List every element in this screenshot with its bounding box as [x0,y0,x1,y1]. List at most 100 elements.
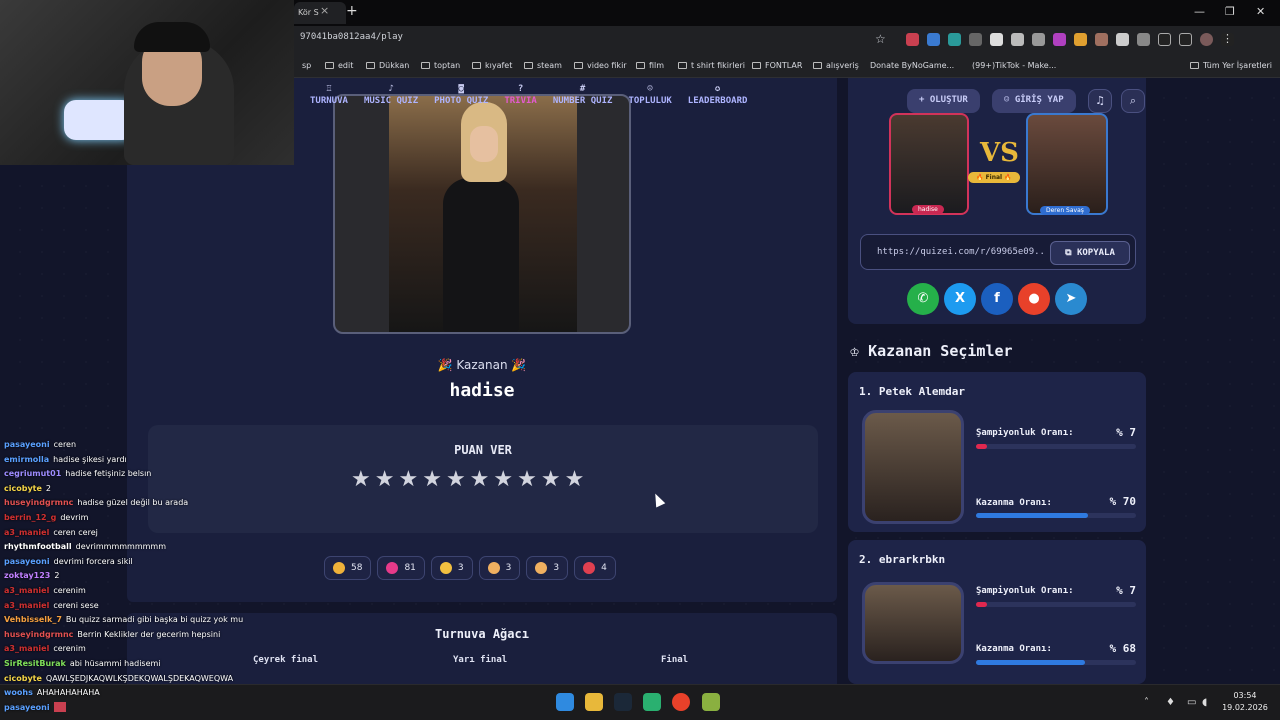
new-tab-icon[interactable]: + [346,3,358,19]
nav-leaderboard[interactable]: ✪ LEADERBOARD [688,84,748,106]
network-icon[interactable]: ▭ [1187,697,1196,708]
winner-name: hadise [449,380,515,401]
reaction-button[interactable]: 4 [574,556,616,580]
round-final: Final [661,655,689,665]
nav-photo-quiz[interactable]: ◙ PHOTO QUIZ [434,84,488,106]
bookmark-folder[interactable]: toptan [421,61,460,70]
selection-name: 2. ebrarkrbkn [859,553,946,566]
selection-card[interactable]: 1. Petek Alemdar Şampiyonluk Oranı: % 7 … [848,372,1146,532]
champion-rate-bar [976,444,1136,449]
menu-icon[interactable]: ⋮ [1221,33,1234,46]
telegram-icon[interactable]: ➤ [1055,283,1087,315]
medal-icon: ✪ [714,84,721,94]
users-icon: ☺ [647,84,653,94]
reaction-button[interactable]: 3 [478,556,521,580]
tray-chevron-icon[interactable]: ˄ [1144,697,1149,708]
url-field[interactable]: 97041ba0812aa4/play [300,32,403,42]
bell-icon[interactable]: ♫ [1088,89,1112,113]
bookmark-folder[interactable]: kıyafet [472,61,512,70]
app-icon[interactable] [643,693,661,711]
reaction-button[interactable]: 81 [377,556,425,580]
extension-icon[interactable] [1053,33,1066,46]
bookmark-folder[interactable]: film [636,61,664,70]
finalist-a-label: hadise [912,205,944,214]
whatsapp-icon[interactable]: ✆ [907,283,939,315]
facebook-icon[interactable]: f [981,283,1013,315]
close-window-icon[interactable]: ✕ [1256,5,1265,18]
star-icon[interactable]: ★ [398,469,418,491]
bar-fill [976,602,988,607]
login-button[interactable]: ☺ GİRİŞ YAP [992,89,1076,113]
extension-icon[interactable] [1074,33,1087,46]
star-icon[interactable]: ★ [517,469,537,491]
close-tab-icon[interactable]: × [320,4,329,17]
x-icon[interactable]: X [944,283,976,315]
selection-card[interactable]: 2. ebrarkrbkn Şampiyonluk Oranı: % 7 Kaz… [848,540,1146,684]
nav-topluluk[interactable]: ☺ TOPLULUK [628,84,671,106]
extensions-puzzle-icon[interactable] [1137,33,1150,46]
extension-icon[interactable] [969,33,982,46]
extension-icon[interactable] [1011,33,1024,46]
download-icon[interactable] [1158,33,1171,46]
extension-icon[interactable] [927,33,940,46]
bookmark-item[interactable]: Donate ByNoGame... [870,61,954,70]
extension-icon[interactable] [1095,33,1108,46]
bookmark-folder[interactable]: video fikir [574,61,627,70]
extension-icon[interactable] [948,33,961,46]
extension-icon[interactable] [990,33,1003,46]
start-icon[interactable] [556,693,574,711]
star-icon[interactable]: ★ [470,469,490,491]
bookmark-folder[interactable]: t shirt fikirleri [678,61,745,70]
chat-message: emirmolla hadise şikesi yardı [4,454,127,464]
finalist-b-image [1026,113,1108,215]
profile-avatar[interactable] [1200,33,1213,46]
reddit-icon[interactable]: ● [1018,283,1050,315]
bookmark-folder[interactable]: edit [325,61,353,70]
app-icon[interactable] [702,693,720,711]
music-icon: ♪ [388,84,394,94]
star-icon[interactable]: ★ [446,469,466,491]
folder-icon [1190,62,1199,69]
copy-button[interactable]: ⧉ KOPYALA [1050,241,1130,265]
bookmark-folder[interactable]: alışveriş [813,61,859,70]
star-icon[interactable]: ★ [422,469,442,491]
minimize-icon[interactable]: — [1194,5,1205,18]
nav-music-quiz[interactable]: ♪ MUSIC QUIZ [364,84,418,106]
steam-icon[interactable] [614,693,632,711]
reaction-button[interactable]: 58 [324,556,372,580]
mic-icon[interactable]: ♦ [1166,697,1175,708]
nav-trivia[interactable]: ? TRIVIA [504,84,537,106]
extension-icon[interactable] [1116,33,1129,46]
star-icon[interactable]: ★ [351,469,371,491]
file-explorer-icon[interactable] [585,693,603,711]
star-icon[interactable]: ★ [375,469,395,491]
reaction-button[interactable]: 3 [430,556,473,580]
create-button[interactable]: + OLUŞTUR [907,89,980,113]
bookmark-item[interactable]: (99+)TikTok - Make... [972,61,1056,70]
star-icon[interactable]: ★ [565,469,585,491]
system-clock[interactable]: 03:54 19.02.2026 [1220,690,1270,714]
bookmark-folder[interactable]: steam [524,61,562,70]
nav-number-quiz[interactable]: # NUMBER QUIZ [553,84,613,106]
reaction-button[interactable]: 3 [526,556,569,580]
star-icon[interactable]: ★ [541,469,561,491]
search-icon[interactable]: ⌕ [1121,89,1145,113]
chrome-icon[interactable] [672,693,690,711]
maximize-icon[interactable]: ❐ [1225,5,1235,18]
extension-icon[interactable] [906,33,919,46]
volume-icon[interactable]: ◖ [1202,697,1207,708]
bookmark-folder[interactable]: FONTLAR [752,61,802,70]
flame-icon: 🔥 [1002,174,1012,181]
star-icon[interactable]: ★ [493,469,513,491]
bookmark-folder[interactable]: Dükkan [366,61,409,70]
streamer-cap [134,22,210,52]
extension-icon[interactable] [1032,33,1045,46]
nav-turnuva[interactable]: ♖ TURNUVA [310,84,348,106]
media-icon[interactable] [1179,33,1192,46]
bookmark-star-icon[interactable]: ☆ [875,32,886,46]
bar-fill [976,513,1088,518]
bookmark-item[interactable]: sp [302,61,311,70]
bookmark-folder[interactable]: Tüm Yer İşaretleri [1190,61,1272,70]
photo-figure [443,178,519,332]
folder-icon [813,62,822,69]
